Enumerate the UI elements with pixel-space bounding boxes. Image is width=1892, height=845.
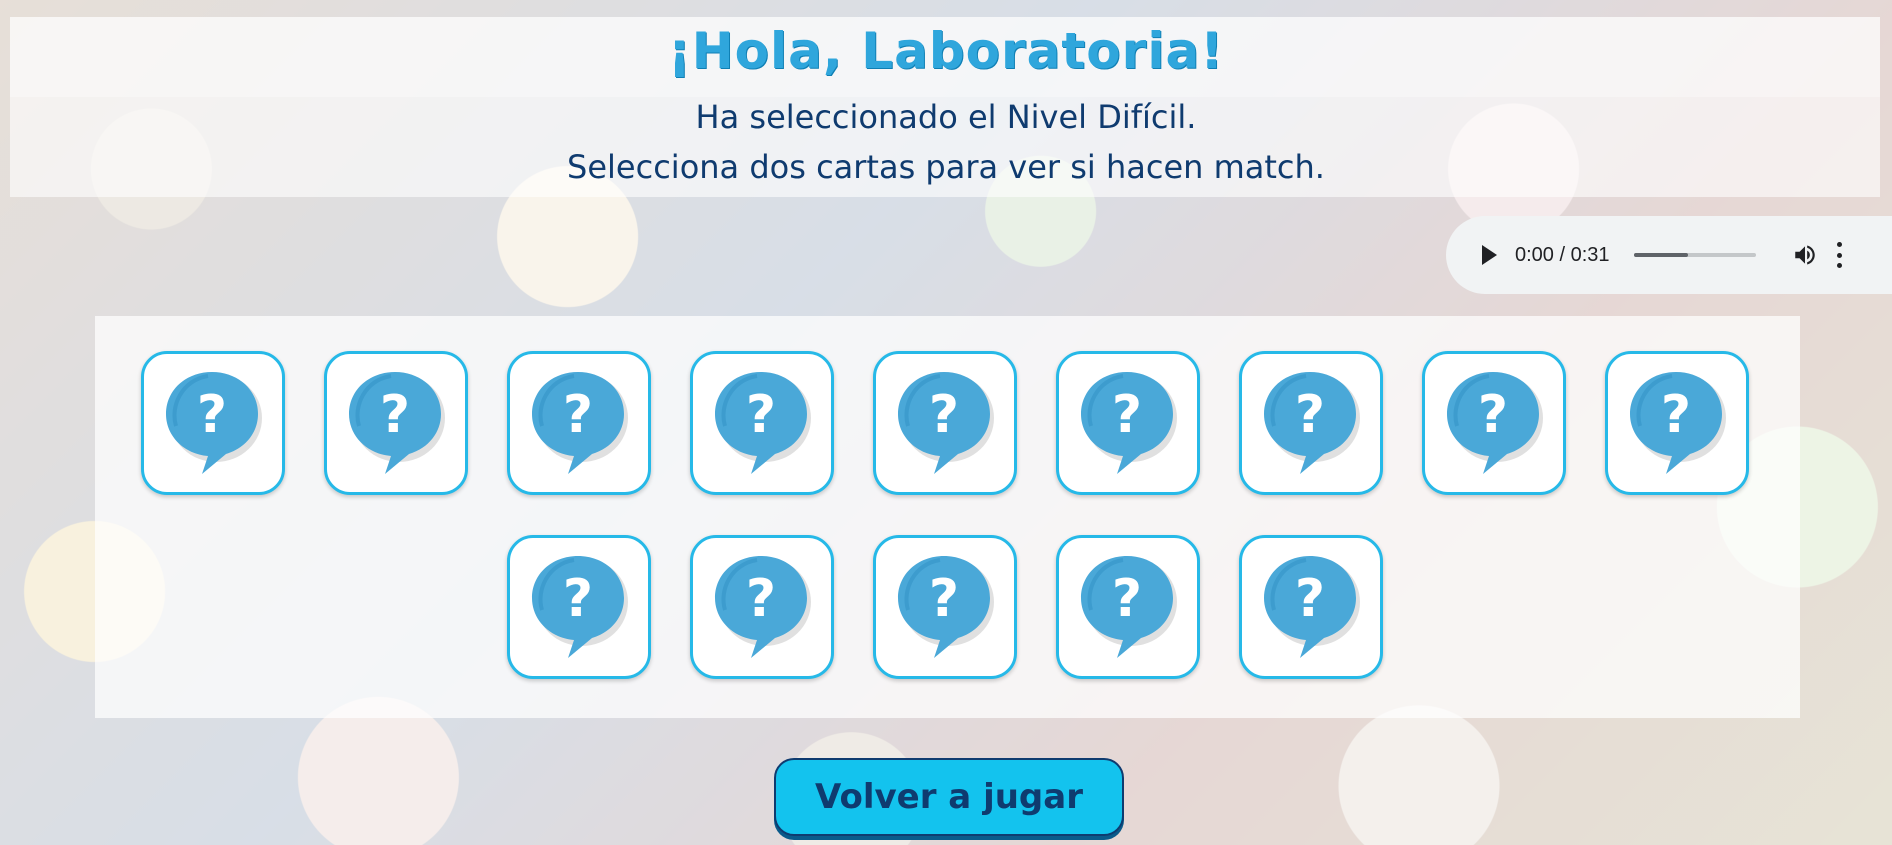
volume-icon[interactable] (1792, 242, 1818, 268)
svg-text:?: ? (746, 569, 776, 629)
svg-text:?: ? (197, 385, 227, 445)
svg-text:?: ? (1112, 569, 1142, 629)
question-bubble-icon: ? (1264, 556, 1360, 658)
audio-player: 0:00 / 0:31 (1446, 216, 1892, 294)
instruction-text: Selecciona dos cartas para ver si hacen … (567, 148, 1325, 186)
question-bubble-icon: ? (166, 372, 262, 474)
question-bubble-icon: ? (1447, 372, 1543, 474)
question-bubble-icon: ? (532, 372, 628, 474)
memory-card[interactable]: ? (690, 535, 834, 679)
svg-text:?: ? (1478, 385, 1508, 445)
svg-text:?: ? (1112, 385, 1142, 445)
svg-text:?: ? (1661, 385, 1691, 445)
svg-text:?: ? (1295, 569, 1325, 629)
svg-text:?: ? (380, 385, 410, 445)
play-icon[interactable] (1482, 245, 1497, 265)
memory-card[interactable]: ? (1422, 351, 1566, 495)
memory-card[interactable]: ? (690, 351, 834, 495)
audio-progress-bar[interactable] (1633, 253, 1756, 257)
question-bubble-icon: ? (1081, 556, 1177, 658)
question-bubble-icon: ? (1630, 372, 1726, 474)
audio-progress-fill (1633, 253, 1689, 257)
question-bubble-icon: ? (532, 556, 628, 658)
memory-card[interactable]: ? (873, 535, 1017, 679)
level-text: Ha seleccionado el Nivel Difícil. (695, 98, 1197, 136)
page-title: ¡Hola, Laboratoria! (667, 22, 1224, 80)
memory-card[interactable]: ? (1056, 351, 1200, 495)
question-bubble-icon: ? (715, 372, 811, 474)
memory-card[interactable]: ? (873, 351, 1017, 495)
memory-card[interactable]: ? (507, 351, 651, 495)
memory-card[interactable]: ? (324, 351, 468, 495)
svg-text:?: ? (1295, 385, 1325, 445)
question-bubble-icon: ? (1081, 372, 1177, 474)
memory-card[interactable]: ? (507, 535, 651, 679)
more-vert-icon[interactable] (1836, 242, 1844, 268)
svg-text:?: ? (929, 569, 959, 629)
svg-text:?: ? (929, 385, 959, 445)
audio-time: 0:00 / 0:31 (1515, 243, 1610, 266)
svg-text:?: ? (563, 569, 593, 629)
memory-card[interactable]: ? (1239, 535, 1383, 679)
question-bubble-icon: ? (898, 372, 994, 474)
memory-card[interactable]: ? (1239, 351, 1383, 495)
memory-card[interactable]: ? (1056, 535, 1200, 679)
svg-text:?: ? (746, 385, 776, 445)
question-bubble-icon: ? (898, 556, 994, 658)
memory-card[interactable]: ? (141, 351, 285, 495)
replay-button[interactable]: Volver a jugar (774, 758, 1124, 836)
svg-text:?: ? (563, 385, 593, 445)
question-bubble-icon: ? (349, 372, 445, 474)
memory-card[interactable]: ? (1605, 351, 1749, 495)
question-bubble-icon: ? (1264, 372, 1360, 474)
question-bubble-icon: ? (715, 556, 811, 658)
